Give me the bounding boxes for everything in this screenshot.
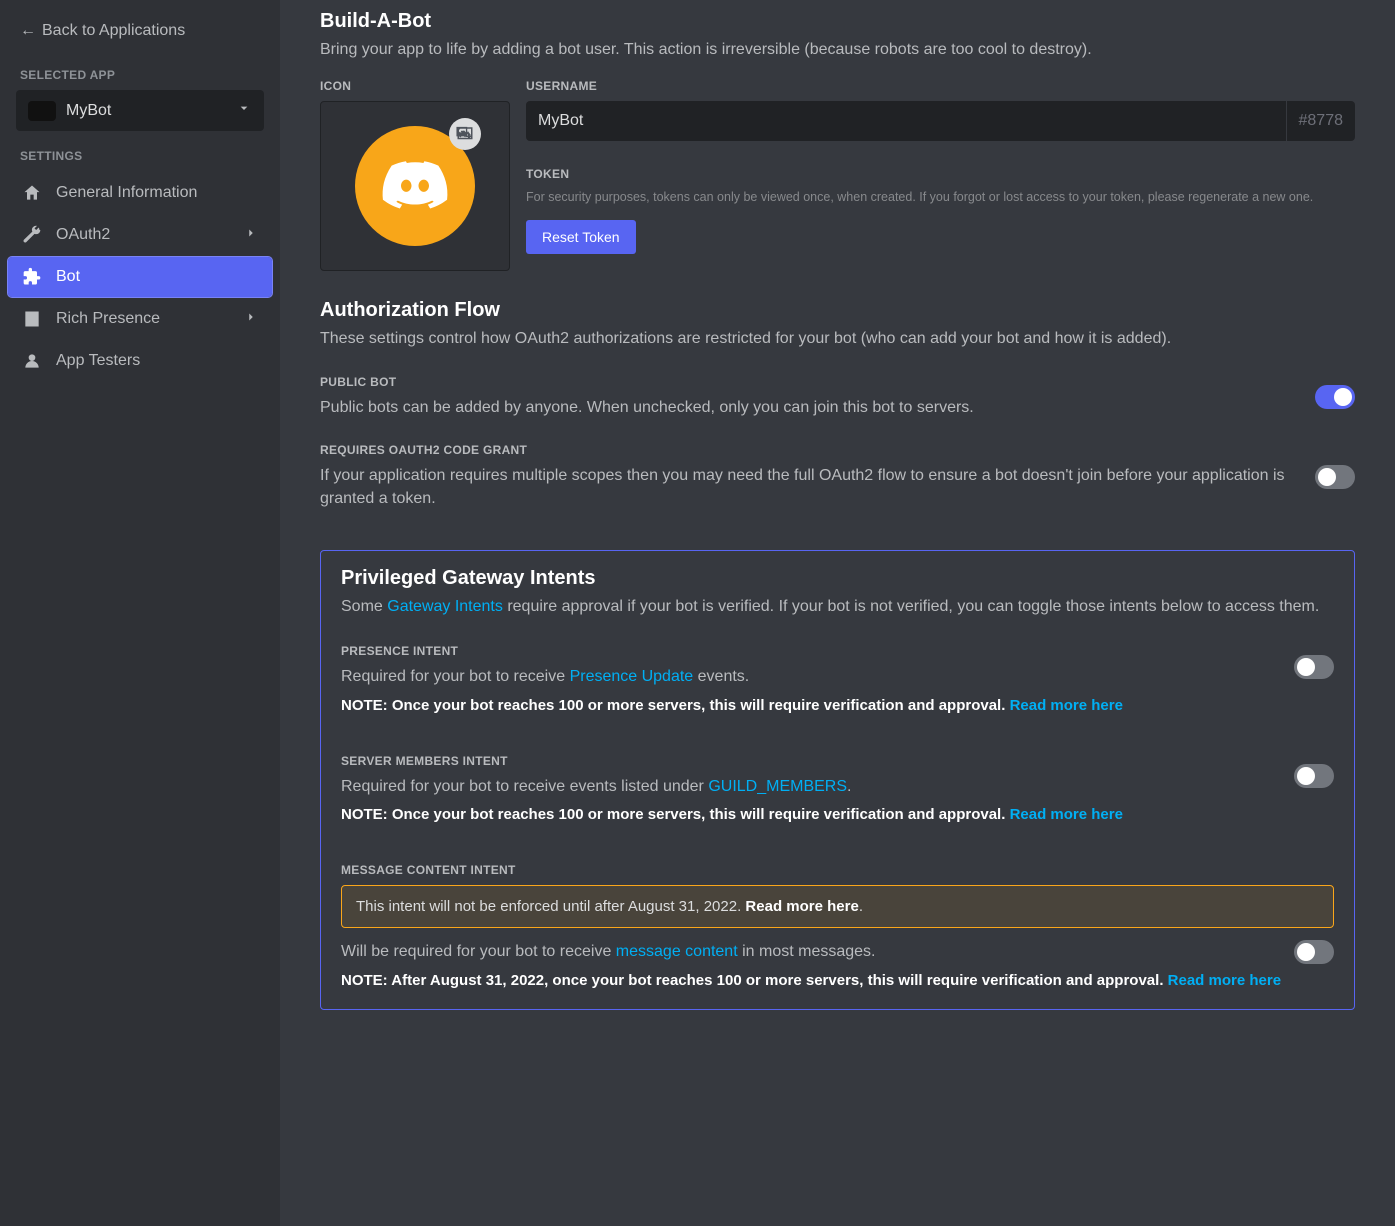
presence-intent-toggle[interactable]: [1294, 655, 1334, 679]
message-content-link[interactable]: message content: [616, 943, 738, 960]
sidebar-item-label: Rich Presence: [56, 310, 160, 328]
sidebar-item-label: Bot: [56, 268, 80, 286]
selected-app-header: Selected App: [8, 50, 272, 90]
members-intent-toggle[interactable]: [1294, 764, 1334, 788]
message-intent-toggle[interactable]: [1294, 940, 1334, 964]
read-more-link[interactable]: Read more here: [745, 898, 858, 915]
puzzle-icon: [22, 267, 42, 287]
message-intent-header: Message Content Intent: [341, 863, 1334, 877]
presence-note: NOTE: Once your bot reaches 100 or more …: [341, 697, 1334, 714]
discriminator: #8778: [1286, 101, 1356, 141]
oauth-grant-header: Requires OAuth2 Code Grant: [320, 443, 1291, 457]
guild-members-link[interactable]: GUILD_MEMBERS: [708, 778, 847, 795]
intents-title: Privileged Gateway Intents: [341, 567, 1334, 590]
sidebar-item-bot[interactable]: Bot: [8, 257, 272, 297]
public-bot-toggle[interactable]: [1315, 385, 1355, 409]
privileged-intents-box: Privileged Gateway Intents Some Gateway …: [320, 550, 1355, 1010]
sidebar-item-label: App Testers: [56, 352, 140, 370]
read-more-link[interactable]: Read more here: [1168, 972, 1281, 989]
presence-intent-desc: Required for your bot to receive Presenc…: [341, 666, 1270, 688]
oauth-grant-desc: If your application requires multiple sc…: [320, 465, 1291, 510]
presence-intent-header: Presence Intent: [341, 644, 1270, 658]
discord-logo-icon: [380, 151, 450, 221]
app-name: MyBot: [66, 102, 111, 120]
upload-image-icon: [449, 118, 481, 150]
document-icon: [22, 309, 42, 329]
back-to-applications[interactable]: ← Back to Applications: [8, 12, 272, 50]
page-subtitle: Bring your app to life by adding a bot u…: [320, 39, 1355, 61]
bot-icon-uploader[interactable]: [320, 101, 510, 271]
app-avatar: [28, 101, 56, 121]
token-note: For security purposes, tokens can only b…: [526, 189, 1355, 205]
sidebar-item-label: General Information: [56, 184, 197, 202]
main-content: Build-A-Bot Bring your app to life by ad…: [280, 0, 1395, 1226]
chevron-down-icon: [236, 100, 252, 121]
wrench-icon: [22, 225, 42, 245]
chevron-right-icon: [244, 310, 258, 329]
intents-subtitle: Some Gateway Intents require approval if…: [341, 596, 1334, 618]
gateway-intents-link[interactable]: Gateway Intents: [387, 598, 503, 615]
settings-header: Settings: [8, 131, 272, 171]
sidebar-item-rich-presence[interactable]: Rich Presence: [8, 299, 272, 339]
username-label: Username: [526, 79, 1355, 93]
arrow-left-icon: ←: [20, 22, 36, 40]
message-intent-desc: Will be required for your bot to receive…: [341, 941, 1270, 963]
app-selector[interactable]: MyBot: [16, 90, 264, 131]
public-bot-header: Public Bot: [320, 375, 1291, 389]
auth-flow-subtitle: These settings control how OAuth2 author…: [320, 328, 1355, 350]
members-intent-header: Server Members Intent: [341, 754, 1270, 768]
back-label: Back to Applications: [42, 22, 185, 40]
sidebar-item-general[interactable]: General Information: [8, 173, 272, 213]
token-label: Token: [526, 167, 1355, 181]
sidebar-item-oauth2[interactable]: OAuth2: [8, 215, 272, 255]
sidebar: ← Back to Applications Selected App MyBo…: [0, 0, 280, 1226]
page-title: Build-A-Bot: [320, 10, 1355, 33]
sidebar-item-app-testers[interactable]: App Testers: [8, 341, 272, 381]
icon-label: Icon: [320, 79, 510, 93]
sidebar-item-label: OAuth2: [56, 226, 110, 244]
reset-token-button[interactable]: Reset Token: [526, 220, 636, 254]
auth-flow-title: Authorization Flow: [320, 299, 1355, 322]
chevron-right-icon: [244, 226, 258, 245]
home-icon: [22, 183, 42, 203]
message-note: NOTE: After August 31, 2022, once your b…: [341, 972, 1334, 989]
users-icon: [22, 351, 42, 371]
presence-update-link[interactable]: Presence Update: [570, 668, 694, 685]
oauth-grant-toggle[interactable]: [1315, 465, 1355, 489]
read-more-link[interactable]: Read more here: [1010, 697, 1123, 714]
username-input[interactable]: [526, 101, 1286, 141]
read-more-link[interactable]: Read more here: [1010, 806, 1123, 823]
members-note: NOTE: Once your bot reaches 100 or more …: [341, 806, 1334, 823]
public-bot-desc: Public bots can be added by anyone. When…: [320, 397, 1291, 419]
members-intent-desc: Required for your bot to receive events …: [341, 776, 1270, 798]
message-intent-banner: This intent will not be enforced until a…: [341, 885, 1334, 928]
